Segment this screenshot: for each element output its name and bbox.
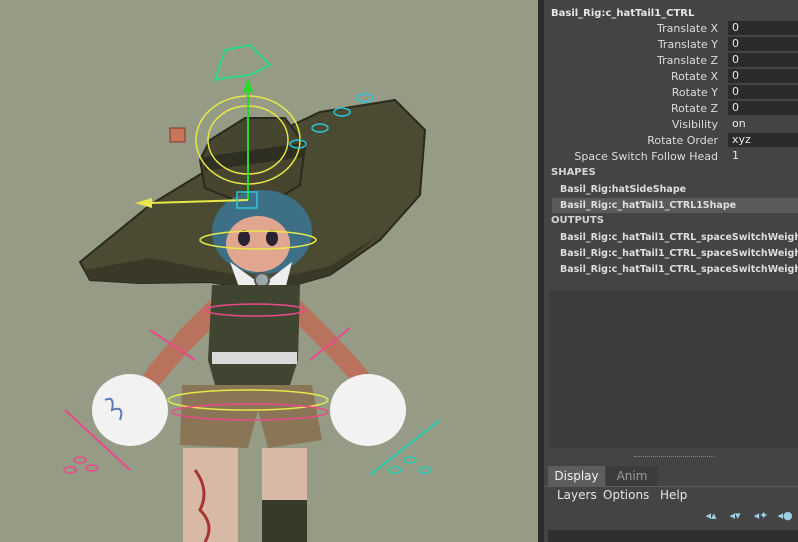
attr-row-translate-y[interactable]: Translate Y 0 <box>544 37 798 53</box>
attr-label[interactable]: Rotate X <box>671 70 718 83</box>
output-item[interactable]: Basil_Rig:c_hatTail1_CTRL_spaceSwitchWei… <box>552 230 798 245</box>
attr-value-field[interactable]: 0 <box>728 53 798 67</box>
attr-label[interactable]: Translate Z <box>657 54 718 67</box>
viewport-3d[interactable] <box>0 0 538 542</box>
menu-help[interactable]: Help <box>660 488 687 502</box>
attr-row-rotate-z[interactable]: Rotate Z 0 <box>544 101 798 117</box>
finger-ctrls-right <box>388 456 432 474</box>
hat-tip-curve <box>213 43 272 82</box>
attr-value-field[interactable]: 1 <box>728 149 798 163</box>
attr-label[interactable]: Rotate Z <box>671 102 718 115</box>
menu-layers[interactable]: Layers <box>557 488 597 502</box>
move-manip-x-arrow <box>135 198 152 208</box>
output-item[interactable]: Basil_Rig:c_hatTail1_CTRL_spaceSwitchWei… <box>552 262 798 277</box>
attr-label[interactable]: Rotate Order <box>647 134 718 147</box>
shape-item[interactable]: Basil_Rig:c_hatTail1_CTRL1Shape <box>552 198 798 213</box>
layer-editor: Display Anim Layers Options Help ◂▴ ◂▾ ◂… <box>544 464 798 542</box>
attr-value-field[interactable]: 0 <box>728 21 798 35</box>
tab-display[interactable]: Display <box>548 466 605 486</box>
hat-pivot-ctrl <box>169 127 186 143</box>
attr-row-translate-z[interactable]: Translate Z 0 <box>544 53 798 69</box>
move-manip-y-arrow <box>243 78 253 92</box>
channel-box-empty-area <box>549 290 798 448</box>
attr-value-field[interactable]: xyz <box>728 133 798 147</box>
splitter-grip[interactable] <box>634 456 714 457</box>
panel-splitter[interactable] <box>544 450 798 464</box>
face <box>226 216 290 272</box>
sock-right <box>262 498 307 542</box>
move-layer-down-icon[interactable]: ◂▾ <box>726 509 744 523</box>
attr-value-field[interactable]: 0 <box>728 37 798 51</box>
attr-row-space-switch-follow-head[interactable]: Space Switch Follow Head 1 <box>544 149 798 165</box>
attr-label[interactable]: Rotate Y <box>672 86 718 99</box>
menu-options[interactable]: Options <box>603 488 649 502</box>
eye-right <box>266 230 278 246</box>
attr-row-rotate-y[interactable]: Rotate Y 0 <box>544 85 798 101</box>
leg-right <box>262 448 307 500</box>
vest <box>208 285 300 385</box>
attr-value-field[interactable]: 0 <box>728 85 798 99</box>
finger-ctrls-left <box>63 456 99 474</box>
attr-row-rotate-order[interactable]: Rotate Order xyz <box>544 133 798 149</box>
attr-row-translate-x[interactable]: Translate X 0 <box>544 21 798 37</box>
tab-underline <box>544 486 798 487</box>
attr-label[interactable]: Space Switch Follow Head <box>574 150 718 163</box>
shape-item[interactable]: Basil_Rig:hatSideShape <box>552 182 798 197</box>
new-layer-icon[interactable]: ◂✦ <box>752 509 770 523</box>
attr-value-field[interactable]: 0 <box>728 69 798 83</box>
output-item[interactable]: Basil_Rig:c_hatTail1_CTRL_spaceSwitchWei… <box>552 246 798 261</box>
tab-anim[interactable]: Anim <box>606 466 658 486</box>
new-layer-from-selected-icon[interactable]: ◂● <box>776 509 794 523</box>
attr-value-field[interactable]: 0 <box>728 101 798 115</box>
attr-label[interactable]: Translate Y <box>658 38 718 51</box>
shapes-header[interactable]: SHAPES <box>551 167 596 178</box>
outputs-header[interactable]: OUTPUTS <box>551 215 604 226</box>
attr-label[interactable]: Visibility <box>672 118 718 131</box>
glove-left <box>92 374 168 446</box>
viewport-scene[interactable] <box>0 0 538 542</box>
node-name[interactable]: Basil_Rig:c_hatTail1_CTRL <box>551 8 694 19</box>
arm-left <box>140 300 215 390</box>
eye-left <box>238 230 250 246</box>
attr-row-rotate-x[interactable]: Rotate X 0 <box>544 69 798 85</box>
channel-box: Basil_Rig:c_hatTail1_CTRL Translate X 0 … <box>544 0 798 462</box>
attr-row-visibility[interactable]: Visibility on <box>544 117 798 133</box>
layer-list[interactable] <box>548 530 798 542</box>
brooch <box>254 272 270 288</box>
attr-value-field[interactable]: on <box>728 117 798 131</box>
glove-right <box>330 374 406 446</box>
attr-label[interactable]: Translate X <box>657 22 718 35</box>
belt <box>212 352 297 364</box>
shorts <box>180 385 322 448</box>
move-layer-up-icon[interactable]: ◂▴ <box>702 509 720 523</box>
